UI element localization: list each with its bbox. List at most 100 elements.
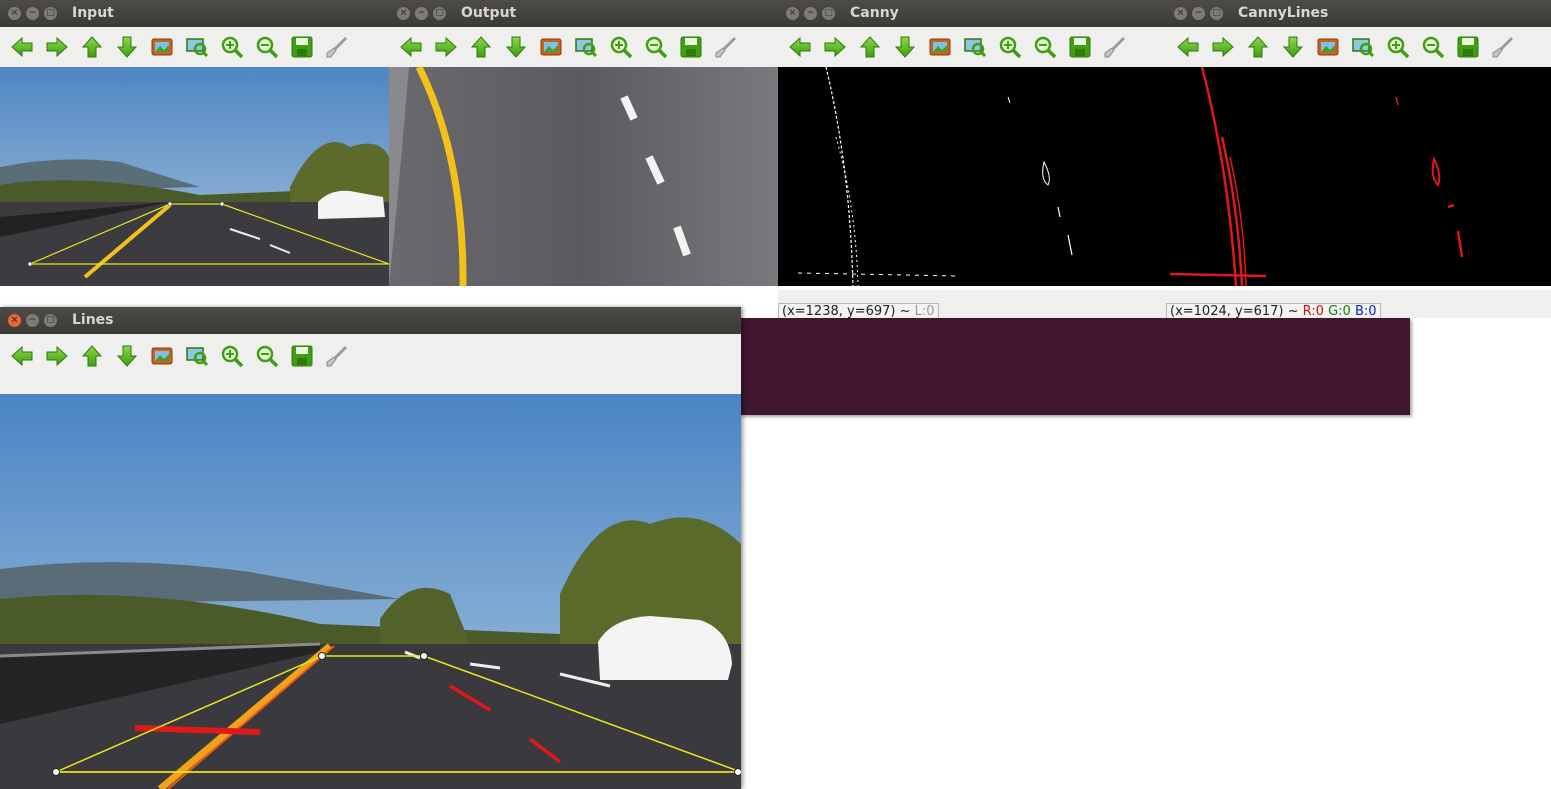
- arrow-up-button[interactable]: [465, 33, 496, 61]
- arrow-down-icon: [115, 35, 139, 59]
- save-button[interactable]: [286, 33, 317, 61]
- image-button[interactable]: [1312, 33, 1343, 61]
- arrow-up-icon: [858, 35, 882, 59]
- save-button[interactable]: [675, 33, 706, 61]
- arrow-left-button[interactable]: [6, 342, 37, 370]
- maximize-icon[interactable]: □: [44, 7, 57, 20]
- image-button[interactable]: [924, 33, 955, 61]
- maximize-icon[interactable]: □: [822, 7, 835, 20]
- titlebar: × − □ CannyLines: [1166, 0, 1551, 28]
- arrow-left-button[interactable]: [1172, 33, 1203, 61]
- status-r: R:0: [1302, 304, 1324, 318]
- properties-icon: [714, 35, 738, 59]
- arrow-down-icon: [1281, 35, 1305, 59]
- window-title: CannyLines: [1238, 5, 1329, 21]
- save-button[interactable]: [1064, 33, 1095, 61]
- zoom-in-icon: [220, 344, 244, 368]
- arrow-right-icon: [823, 35, 847, 59]
- arrow-up-button[interactable]: [76, 33, 107, 61]
- zoom-out-icon: [1421, 35, 1445, 59]
- image-button[interactable]: [535, 33, 566, 61]
- zoom-in-icon: [998, 35, 1022, 59]
- zoom-out-button[interactable]: [640, 33, 671, 61]
- arrow-left-icon: [788, 35, 812, 59]
- arrow-right-button[interactable]: [1207, 33, 1238, 61]
- zoom-fit-icon: [185, 344, 209, 368]
- save-button[interactable]: [286, 342, 317, 370]
- zoom-fit-icon: [185, 35, 209, 59]
- arrow-right-button[interactable]: [41, 342, 72, 370]
- minimize-icon[interactable]: −: [415, 7, 428, 20]
- arrow-right-icon: [434, 35, 458, 59]
- status-coords: (x=1024, y=617) ~: [1170, 304, 1299, 318]
- arrow-up-button[interactable]: [1242, 33, 1273, 61]
- status-bar: (x=1024, y=617) ~ R:0 G:0 B:0: [1166, 290, 1551, 318]
- arrow-right-button[interactable]: [41, 33, 72, 61]
- properties-button[interactable]: [710, 33, 741, 61]
- zoom-in-button[interactable]: [216, 342, 247, 370]
- arrow-right-button[interactable]: [819, 33, 850, 61]
- minimize-icon[interactable]: −: [804, 7, 817, 20]
- image-icon: [150, 344, 174, 368]
- properties-button[interactable]: [1099, 33, 1130, 61]
- close-icon[interactable]: ×: [8, 314, 21, 327]
- zoom-out-icon: [255, 35, 279, 59]
- minimize-icon[interactable]: −: [1192, 7, 1205, 20]
- properties-button[interactable]: [321, 342, 352, 370]
- arrow-left-button[interactable]: [395, 33, 426, 61]
- status-g: G:0: [1328, 304, 1351, 318]
- zoom-fit-button[interactable]: [1347, 33, 1378, 61]
- arrow-down-button[interactable]: [1277, 33, 1308, 61]
- zoom-fit-button[interactable]: [570, 33, 601, 61]
- zoom-in-button[interactable]: [605, 33, 636, 61]
- close-icon[interactable]: ×: [8, 7, 21, 20]
- maximize-icon[interactable]: □: [433, 7, 446, 20]
- properties-icon: [1491, 35, 1515, 59]
- close-icon[interactable]: ×: [786, 7, 799, 20]
- save-icon: [290, 35, 314, 59]
- arrow-up-button[interactable]: [854, 33, 885, 61]
- toolbar: [0, 334, 741, 394]
- maximize-icon[interactable]: □: [1210, 7, 1223, 20]
- window-title: Lines: [72, 312, 114, 328]
- zoom-out-button[interactable]: [1417, 33, 1448, 61]
- toolbar: [389, 27, 778, 67]
- arrow-left-button[interactable]: [6, 33, 37, 61]
- zoom-in-button[interactable]: [216, 33, 247, 61]
- maximize-icon[interactable]: □: [44, 314, 57, 327]
- close-icon[interactable]: ×: [1174, 7, 1187, 20]
- close-icon[interactable]: ×: [397, 7, 410, 20]
- zoom-in-icon: [220, 35, 244, 59]
- arrow-left-icon: [1176, 35, 1200, 59]
- arrow-down-button[interactable]: [111, 33, 142, 61]
- arrow-right-button[interactable]: [430, 33, 461, 61]
- zoom-out-button[interactable]: [251, 342, 282, 370]
- arrow-down-button[interactable]: [500, 33, 531, 61]
- zoom-fit-button[interactable]: [959, 33, 990, 61]
- image-button[interactable]: [146, 342, 177, 370]
- arrow-right-icon: [45, 344, 69, 368]
- arrow-up-button[interactable]: [76, 342, 107, 370]
- arrow-left-button[interactable]: [784, 33, 815, 61]
- save-button[interactable]: [1452, 33, 1483, 61]
- titlebar: × − □ Input: [0, 0, 389, 28]
- minimize-icon[interactable]: −: [26, 7, 39, 20]
- zoom-out-button[interactable]: [251, 33, 282, 61]
- zoom-fit-button[interactable]: [181, 342, 212, 370]
- properties-button[interactable]: [1487, 33, 1518, 61]
- window-cannylines: × − □ CannyLines (x=1024, y=617) ~ R:0 G:0…: [1166, 0, 1551, 318]
- zoom-in-button[interactable]: [1382, 33, 1413, 61]
- zoom-fit-icon: [574, 35, 598, 59]
- zoom-out-button[interactable]: [1029, 33, 1060, 61]
- status-bar: (x=1238, y=697) ~ L:0: [778, 290, 1166, 318]
- image-button[interactable]: [146, 33, 177, 61]
- properties-icon: [1103, 35, 1127, 59]
- minimize-icon[interactable]: −: [26, 314, 39, 327]
- zoom-in-button[interactable]: [994, 33, 1025, 61]
- lines-image: [0, 394, 741, 789]
- properties-button[interactable]: [321, 33, 352, 61]
- zoom-fit-button[interactable]: [181, 33, 212, 61]
- arrow-down-button[interactable]: [889, 33, 920, 61]
- arrow-down-button[interactable]: [111, 342, 142, 370]
- zoom-in-icon: [609, 35, 633, 59]
